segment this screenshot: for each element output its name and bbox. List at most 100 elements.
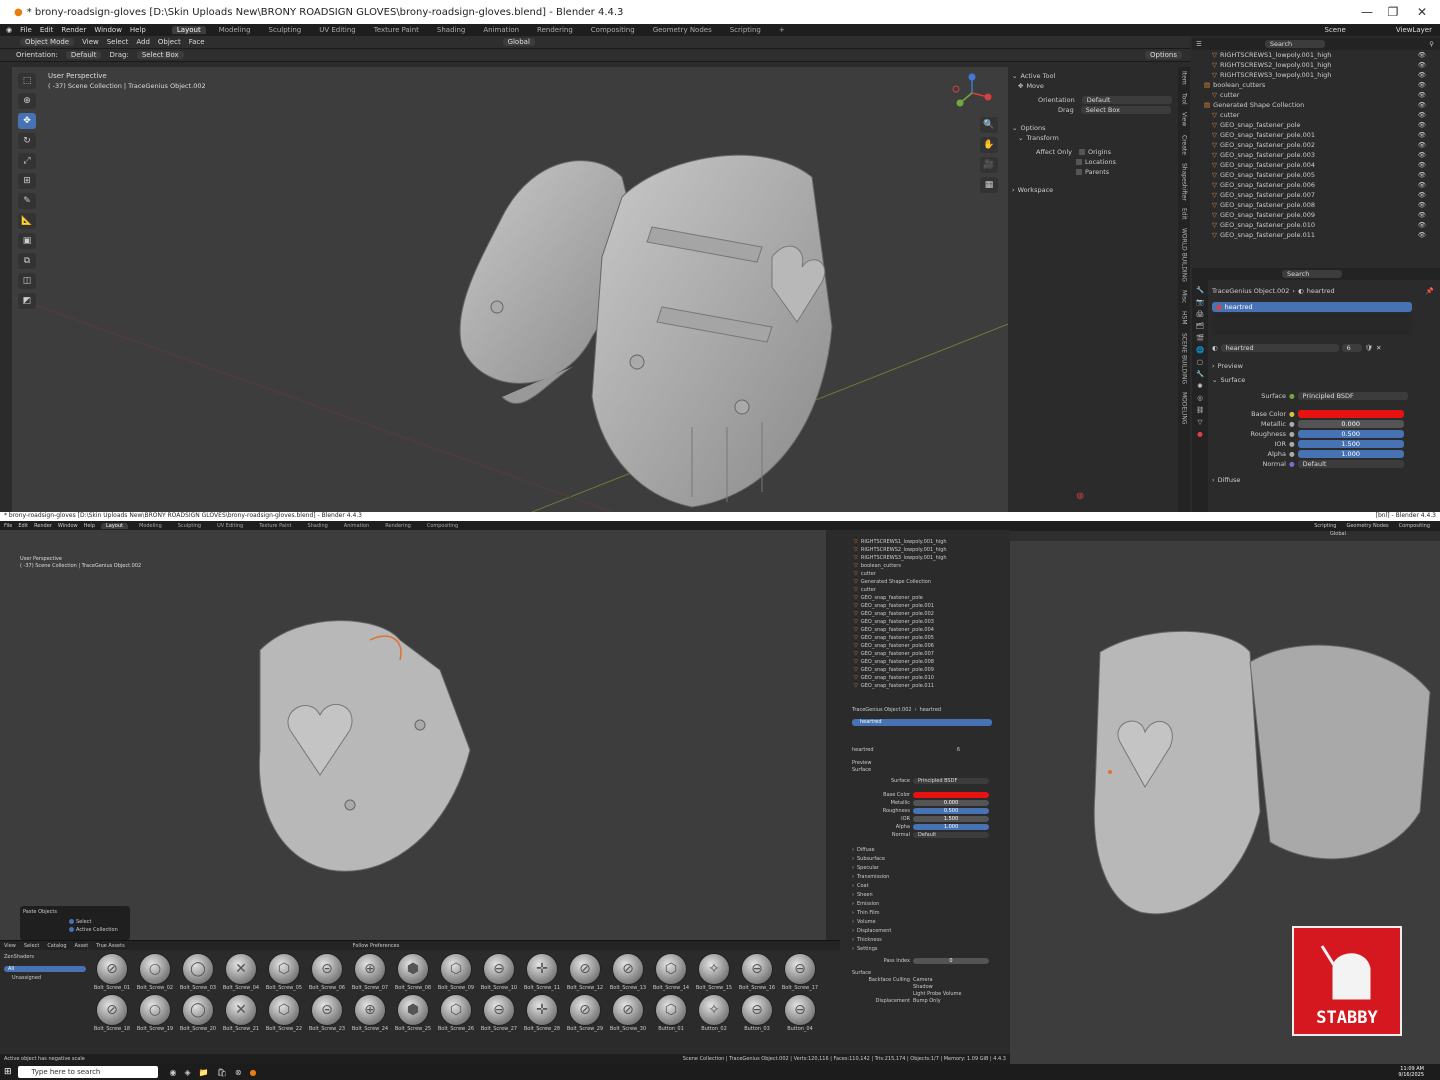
sidebar-tab-edit[interactable]: Edit — [1181, 208, 1188, 220]
visibility-eye-icon[interactable]: 👁 — [1418, 151, 1426, 159]
asset-item[interactable]: ⊖ Button_03 — [737, 994, 777, 1032]
bottom-tab-texture-paint[interactable]: Texture Paint — [254, 523, 296, 529]
bottom-tab-rendering[interactable]: Rendering — [380, 523, 416, 529]
bottom-tab-compositing[interactable]: Compositing — [422, 523, 463, 529]
bottom-material-name[interactable]: heartred — [852, 747, 874, 753]
visibility-eye-icon[interactable]: 👁 — [1418, 51, 1426, 59]
follow-preferences-dropdown[interactable]: Follow Preferences — [353, 943, 400, 949]
scene-selector[interactable]: Scene — [1325, 26, 1346, 34]
bottom-outliner-row[interactable]: ▽ GEO_snap_fastener_pole.010 — [840, 674, 1010, 682]
transform-orientation-dropdown[interactable]: Global — [502, 38, 535, 46]
bottom-property-section[interactable]: › Sheen — [852, 890, 1010, 899]
bottom-tab-sculpting[interactable]: Sculpting — [173, 523, 206, 529]
shapeshifter-tool-icon[interactable]: ◫ — [18, 273, 36, 289]
asset-item[interactable]: ⊖ Bolt_Screw_10 — [479, 953, 519, 991]
tab-modeling[interactable]: Modeling — [214, 26, 256, 34]
menu-render[interactable]: Render — [61, 26, 86, 34]
bottom-tab-animation[interactable]: Animation — [339, 523, 375, 529]
sidebar-tab-view[interactable]: View — [1181, 112, 1188, 126]
menu-edit[interactable]: Edit — [40, 26, 54, 34]
options-header[interactable]: Options — [1020, 124, 1045, 132]
bottom-menu-render[interactable]: Render — [34, 523, 52, 529]
add-workspace-button[interactable]: + — [774, 26, 790, 34]
drag-prop-dropdown[interactable]: Select Box — [1080, 106, 1171, 114]
bottom-menu-window[interactable]: Window — [58, 523, 78, 529]
constraints-props-icon[interactable]: ⛓ — [1196, 406, 1204, 414]
asset-item[interactable]: ⊖ Bolt_Screw_16 — [737, 953, 777, 991]
scene-props-icon[interactable]: 🎬 — [1196, 334, 1204, 342]
asset-item[interactable]: ⊘ Bolt_Screw_30 — [608, 994, 648, 1032]
3d-viewport[interactable]: ⬚ ⊕ ✥ ↻ ⤢ ⊞ ✎ 📐 ▣ ⧉ ◫ ◩ User Perspective… — [12, 67, 1178, 512]
visibility-eye-icon[interactable]: 👁 — [1418, 171, 1426, 179]
outliner-row[interactable]: ▤ Generated Shape Collection 👁 — [1192, 100, 1440, 110]
bottom-property-section[interactable]: › Specular — [852, 863, 1010, 872]
bottom-tab-shading[interactable]: Shading — [302, 523, 332, 529]
visibility-eye-icon[interactable]: 👁 — [1418, 161, 1426, 169]
bottom-property-section[interactable]: › Volume — [852, 917, 1010, 926]
orientation-prop-dropdown[interactable]: Default — [1081, 96, 1172, 104]
close-icon[interactable]: ✕ — [1405, 0, 1439, 24]
tab-uv-editing[interactable]: UV Editing — [314, 26, 361, 34]
outliner-row[interactable]: ▽ GEO_snap_fastener_pole 👁 — [1192, 120, 1440, 130]
asset-item[interactable]: ⬡ Bolt_Screw_05 — [264, 953, 304, 991]
outliner-row[interactable]: ▽ GEO_snap_fastener_pole.004 👁 — [1192, 160, 1440, 170]
knife-tool-icon[interactable]: ◩ — [18, 293, 36, 309]
asset-item[interactable]: ⬢ Bolt_Screw_25 — [393, 994, 433, 1032]
asset-item[interactable]: ⊕ Bolt_Screw_24 — [350, 994, 390, 1032]
sidebar-tab-shapeshifter[interactable]: Shapeshifter — [1181, 163, 1188, 201]
outliner-row[interactable]: ▽ GEO_snap_fastener_pole.006 👁 — [1192, 180, 1440, 190]
outliner-row[interactable]: ▽ GEO_snap_fastener_pole.005 👁 — [1192, 170, 1440, 180]
light-probe-option-label[interactable]: Light Probe Volume — [913, 991, 961, 997]
sidebar-tab-misc[interactable]: Misc — [1181, 290, 1188, 303]
cursor-tool-icon[interactable]: ⊕ — [18, 93, 36, 109]
bottom-base-color-swatch[interactable] — [913, 792, 989, 798]
bottom-tab-layout[interactable]: Layout — [101, 522, 128, 529]
bottom-surface-field[interactable]: Principled BSDF — [913, 778, 989, 784]
bottom-property-section[interactable]: › Subsurface — [852, 854, 1010, 863]
visibility-eye-icon[interactable]: 👁 — [1418, 101, 1426, 109]
visibility-eye-icon[interactable]: 👁 — [1418, 221, 1426, 229]
bottom-ior-slider[interactable]: 1.500 — [913, 816, 989, 822]
bottom-material-slot[interactable]: heartred — [852, 719, 992, 726]
tab-rendering[interactable]: Rendering — [532, 26, 578, 34]
bottom-outliner-row[interactable]: ▽ GEO_snap_fastener_pole.005 — [840, 634, 1010, 642]
visibility-eye-icon[interactable]: 👁 — [1418, 71, 1426, 79]
material-browse-icon[interactable]: ◐ — [1212, 344, 1218, 352]
outliner-row[interactable]: ▽ RIGHTSCREWS2_lowpoly.001_high 👁 — [1192, 60, 1440, 70]
glove-model[interactable] — [442, 137, 862, 512]
diffuse-header[interactable]: Diffuse — [1218, 476, 1241, 484]
bottom-roughness-slider[interactable]: 0.500 — [913, 808, 989, 814]
asset-item[interactable]: ◯ Bolt_Screw_03 — [178, 953, 218, 991]
outliner-row[interactable]: ▽ cutter 👁 — [1192, 110, 1440, 120]
navigation-gizmo[interactable] — [952, 73, 992, 113]
material-name-field[interactable]: heartred — [1220, 344, 1339, 352]
bottom-outliner-row[interactable]: ▽ GEO_snap_fastener_pole.001 — [840, 602, 1010, 610]
fake-user-icon[interactable]: 🛡 — [1365, 344, 1373, 352]
asset-item[interactable]: ◯ Bolt_Screw_20 — [178, 994, 218, 1032]
menu-face[interactable]: Face — [189, 38, 205, 46]
particles-props-icon[interactable]: ✺ — [1197, 382, 1202, 390]
sidebar-tab-modeling[interactable]: MODELING — [1181, 392, 1188, 425]
catalog-unassigned[interactable]: Unassigned — [4, 975, 86, 981]
bottom-outliner-row[interactable]: ▽ GEO_snap_fastener_pole.006 — [840, 642, 1010, 650]
base-color-swatch[interactable] — [1297, 410, 1404, 418]
asset-item[interactable]: ⊘ Bolt_Screw_12 — [565, 953, 605, 991]
pin-icon[interactable]: 📌 — [1426, 287, 1434, 295]
bottom-property-section[interactable]: › Thin Film — [852, 908, 1010, 917]
outliner-row[interactable]: ▤ boolean_cutters 👁 — [1192, 80, 1440, 90]
roughness-slider[interactable]: 0.500 — [1297, 430, 1404, 438]
blender-menu-icon[interactable]: ◉ — [6, 26, 12, 34]
bottom-property-section[interactable]: › Transmission — [852, 872, 1010, 881]
bottom-outliner-row[interactable]: ▽ RIGHTSCREWS2_lowpoly.001_high — [840, 546, 1010, 554]
asset-item[interactable]: ⊘ Bolt_Screw_18 — [92, 994, 132, 1032]
bottom-property-section[interactable]: › Thickness — [852, 935, 1010, 944]
asset-item[interactable]: ⊖ Bolt_Screw_17 — [780, 953, 820, 991]
visibility-eye-icon[interactable]: 👁 — [1418, 211, 1426, 219]
annotate-tool-icon[interactable]: ✎ — [18, 193, 36, 209]
visibility-eye-icon[interactable]: 👁 — [1418, 191, 1426, 199]
visibility-eye-icon[interactable]: 👁 — [1418, 231, 1426, 239]
bottom-property-section[interactable]: › Coat — [852, 881, 1010, 890]
bottom-outliner-row[interactable]: ▽ cutter — [840, 586, 1010, 594]
extrude-tool-icon[interactable]: ⧉ — [18, 253, 36, 269]
surface-header[interactable]: Surface — [1220, 376, 1245, 384]
